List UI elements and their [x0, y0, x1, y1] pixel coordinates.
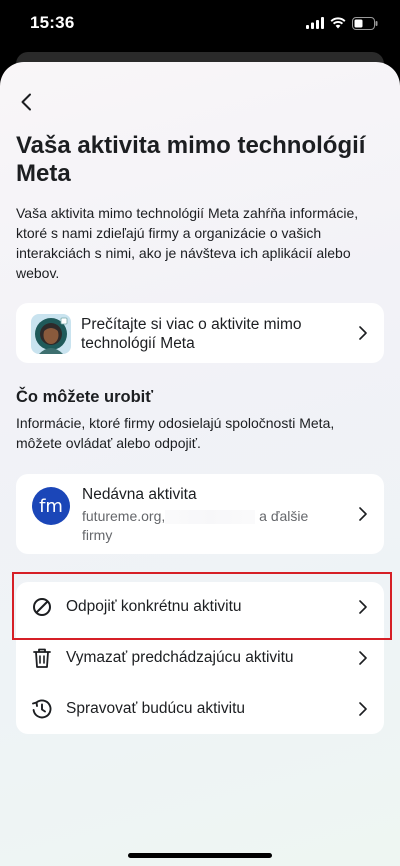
battery-icon	[352, 16, 378, 30]
section-title: Čo môžete urobiť	[16, 388, 154, 406]
recent-activity-subtitle: futureme.org, a ďalšie firmy	[82, 507, 332, 545]
trash-icon	[30, 646, 54, 670]
manage-future-activity-button[interactable]: Spravovať budúcu aktivitu	[16, 684, 384, 734]
learn-more-card[interactable]: Prečítajte si viac o aktivite mimo techn…	[16, 303, 384, 363]
wifi-icon	[330, 17, 346, 29]
section-description: Informácie, ktoré firmy odosielajú spolo…	[16, 415, 335, 451]
signal-icon	[306, 17, 324, 29]
chevron-right-icon	[358, 650, 368, 666]
status-bar: 15:36	[0, 0, 400, 48]
clear-previous-activity-button[interactable]: Vymazať predchádzajúcu aktivitu	[16, 633, 384, 683]
chevron-right-icon	[358, 506, 368, 522]
disconnect-activity-button[interactable]: Odpojiť konkrétnu aktivitu	[16, 582, 384, 632]
clear-previous-activity-label: Vymazať predchádzajúcu aktivitu	[66, 649, 294, 666]
page-title: Vaša aktivita mimo technológií Meta	[16, 132, 366, 187]
futureme-logo: fm	[32, 487, 70, 525]
chevron-right-icon	[358, 599, 368, 615]
chevron-left-icon	[21, 93, 31, 111]
person-illustration-icon	[31, 314, 71, 354]
disconnect-activity-label: Odpojiť konkrétnu aktivitu	[66, 598, 242, 615]
page-description: Vaša aktivita mimo technológií Meta zahŕ…	[16, 205, 359, 281]
status-time: 15:36	[30, 13, 75, 32]
history-clock-icon	[30, 697, 54, 721]
recent-activity-title: Nedávna aktivita	[82, 486, 197, 503]
redacted-text	[165, 510, 256, 525]
block-icon	[30, 595, 54, 619]
status-icons	[306, 15, 378, 31]
learn-more-label: Prečítajte si viac o aktivite mimo techn…	[81, 316, 302, 352]
chevron-right-icon	[358, 325, 368, 341]
bottom-sheet: Vaša aktivita mimo technológií Meta Vaša…	[0, 62, 400, 866]
manage-future-activity-label: Spravovať budúcu aktivitu	[66, 700, 245, 717]
actions-card: Odpojiť konkrétnu aktivitu Vymazať predc…	[16, 582, 384, 734]
chevron-right-icon	[358, 701, 368, 717]
recent-activity-subtitle-start: futureme.org,	[82, 508, 166, 524]
back-button[interactable]	[12, 88, 40, 116]
home-indicator	[128, 853, 272, 858]
recent-activity-card[interactable]: fm Nedávna aktivita futureme.org, a ďalš…	[16, 474, 384, 554]
